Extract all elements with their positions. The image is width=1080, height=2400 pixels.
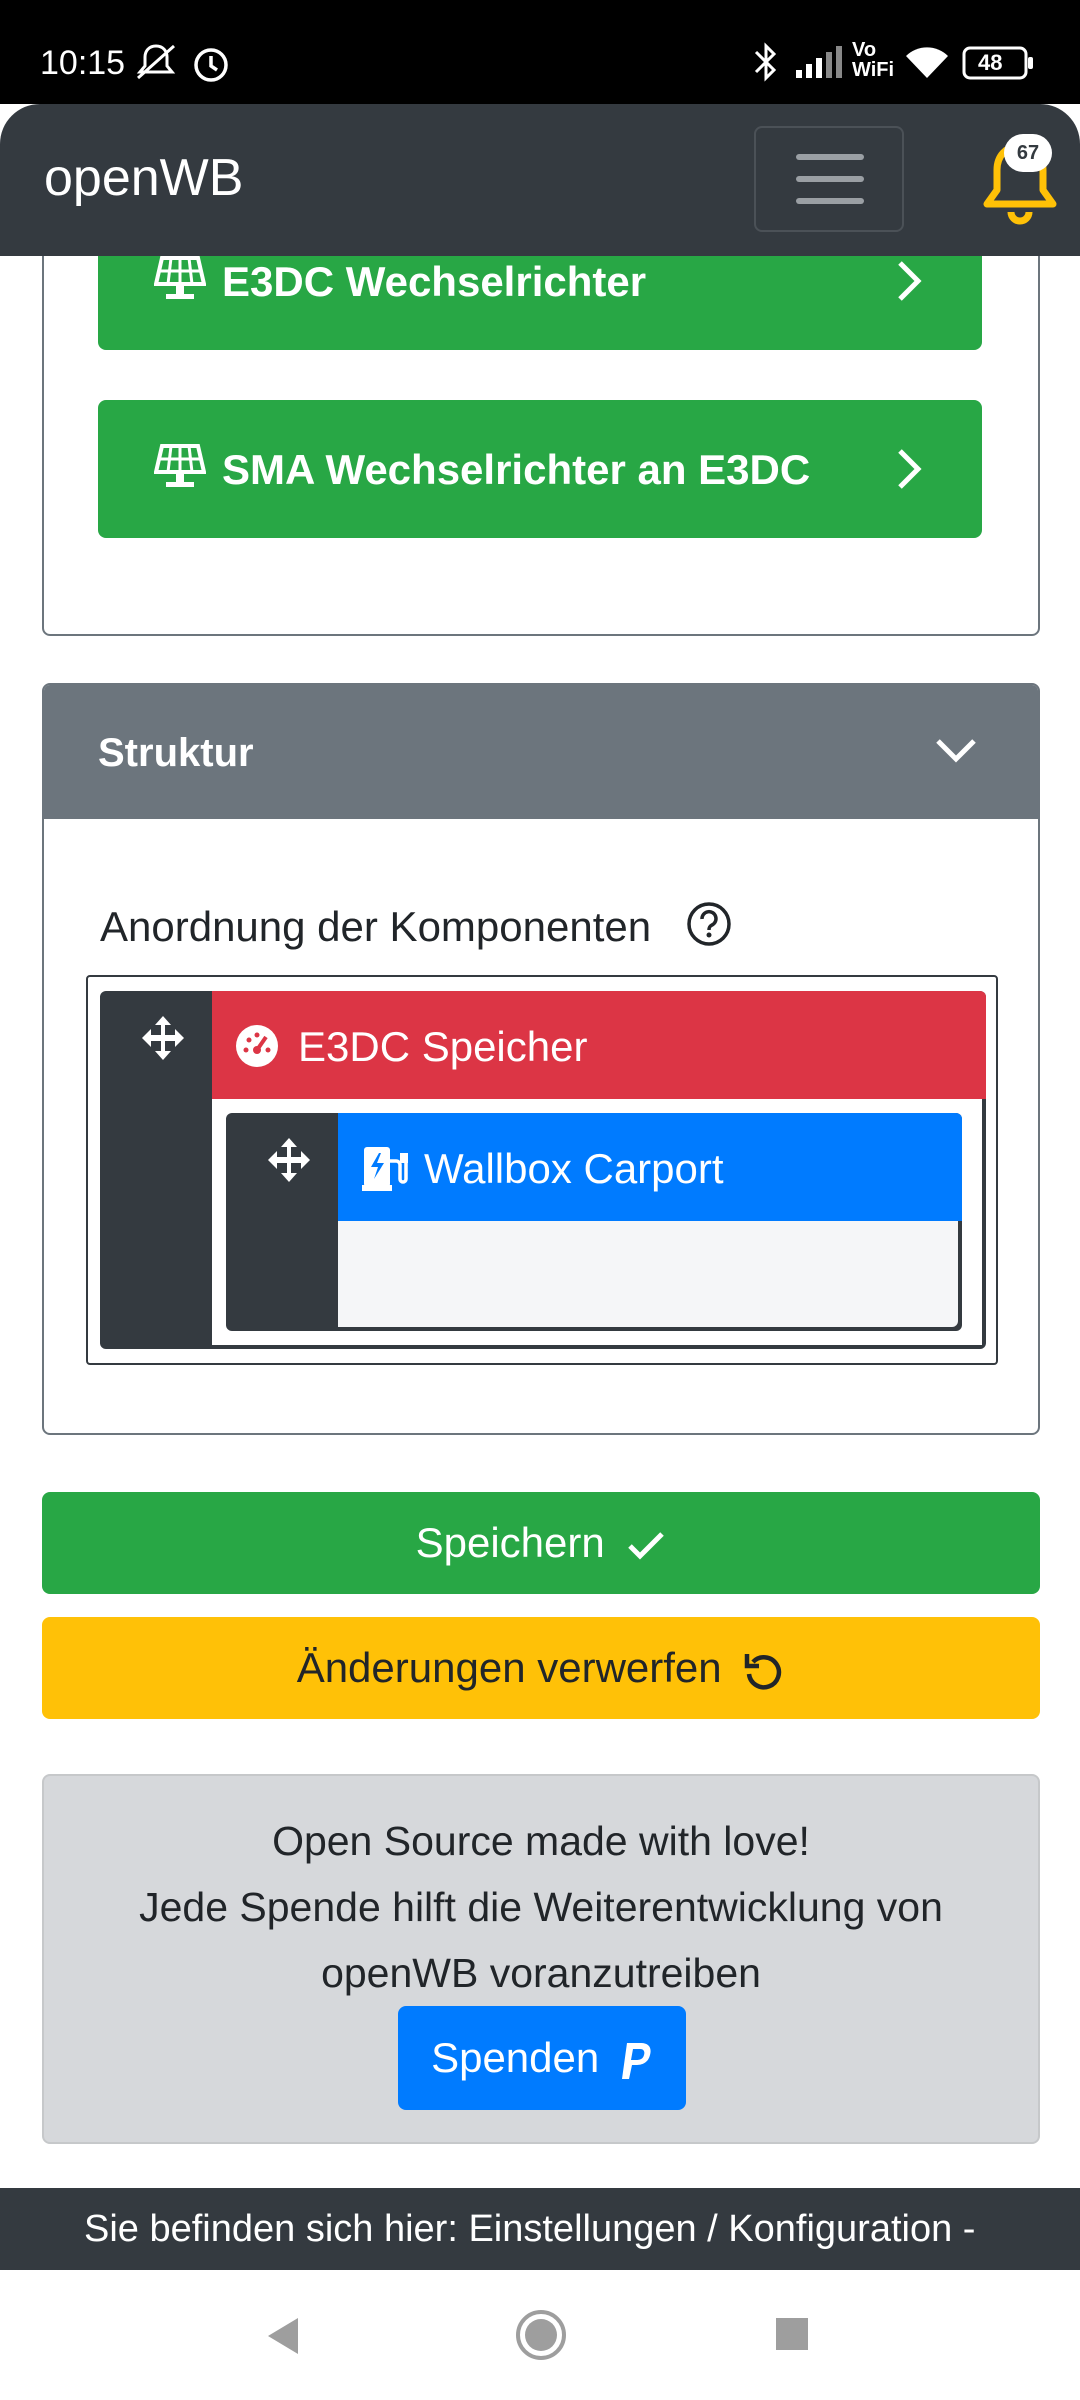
hamburger-line xyxy=(796,154,864,160)
brand-title[interactable]: openWB xyxy=(44,148,243,208)
donate-text-line3: openWB voranzutreiben xyxy=(321,1950,761,1996)
battery-level: 48 xyxy=(978,50,1003,75)
tree-node-root-label: E3DC Speicher xyxy=(298,1023,588,1070)
home-icon[interactable] xyxy=(514,2308,568,2362)
charging-station-icon xyxy=(362,1147,408,1191)
solar-panel-icon xyxy=(154,444,206,487)
battery-gauge-icon xyxy=(236,1025,278,1067)
arrangement-label: Anordnung der Komponenten xyxy=(100,903,652,950)
tree-node-child-label: Wallbox Carport xyxy=(424,1145,724,1192)
donate-button-label: Spenden xyxy=(431,2034,600,2081)
save-button-label: Speichern xyxy=(415,1519,605,1566)
drag-move-icon[interactable] xyxy=(264,1135,314,1185)
main-content: E3DC Wechselrichter SMA Wechselrichter a… xyxy=(0,256,1080,2188)
paypal-icon xyxy=(621,2042,651,2079)
undo-icon xyxy=(745,1653,782,1690)
vowifi-bottom: WiFi xyxy=(852,59,895,81)
chevron-right-icon xyxy=(898,449,922,489)
notification-count-badge: 67 xyxy=(1004,134,1052,172)
help-icon[interactable] xyxy=(686,901,732,947)
chevron-down-icon[interactable] xyxy=(934,735,978,765)
discard-changes-button[interactable]: Änderungen verwerfen xyxy=(42,1617,1040,1719)
structure-title: Struktur xyxy=(98,731,254,775)
alarm-icon xyxy=(194,48,228,82)
hamburger-line xyxy=(796,176,864,182)
component-label: E3DC Wechselrichter xyxy=(222,258,647,305)
discard-button-label: Änderungen verwerfen xyxy=(296,1644,722,1691)
back-icon[interactable] xyxy=(264,2314,304,2358)
status-bar: 10:15 Vo WiFi 48 xyxy=(0,0,1080,104)
system-navigation-bar xyxy=(0,2270,1080,2400)
mute-notification-icon xyxy=(136,44,176,80)
donate-text-line2: Jede Spende hilft die Weiterentwicklung … xyxy=(139,1884,943,1930)
donate-text-line1: Open Source made with love! xyxy=(272,1818,810,1864)
navbar: openWB 67 xyxy=(0,104,1080,256)
donate-box: Open Source made with love! Jede Spende … xyxy=(42,1774,1040,2144)
component-tree: E3DC Speicher Wallbox Carport xyxy=(86,975,998,1365)
chevron-right-icon xyxy=(898,261,922,301)
tree-node-child-dropzone[interactable] xyxy=(338,1221,958,1327)
component-button-e3dc-inverter[interactable]: E3DC Wechselrichter xyxy=(98,256,982,350)
wifi-icon xyxy=(906,47,948,78)
structure-card: Struktur Anordnung der Komponenten E3DC … xyxy=(42,683,1040,1435)
recent-apps-icon[interactable] xyxy=(774,2316,810,2352)
bluetooth-icon xyxy=(754,42,777,82)
breadcrumb: Sie befinden sich hier: Einstellungen / … xyxy=(0,2188,1080,2270)
status-time: 10:15 xyxy=(40,44,126,82)
component-label: SMA Wechselrichter an E3DC xyxy=(222,446,811,493)
hamburger-line xyxy=(796,198,864,204)
structure-card-header[interactable]: Struktur xyxy=(44,685,1038,819)
signal-icon xyxy=(796,46,842,78)
vowifi-indicator: Vo WiFi xyxy=(852,40,894,80)
tree-node-child: Wallbox Carport xyxy=(226,1113,962,1331)
check-icon xyxy=(628,1532,665,1560)
component-button-sma-inverter[interactable]: SMA Wechselrichter an E3DC xyxy=(98,400,982,538)
solar-panel-icon xyxy=(154,256,206,299)
drag-move-icon[interactable] xyxy=(138,1013,188,1063)
donate-button[interactable]: Spenden xyxy=(398,2006,686,2110)
tree-node-child-header[interactable]: Wallbox Carport xyxy=(338,1113,962,1221)
tree-node-root: E3DC Speicher Wallbox Carport xyxy=(100,991,986,1349)
save-button[interactable]: Speichern xyxy=(42,1492,1040,1594)
vowifi-top: Vo xyxy=(852,39,877,61)
menu-toggle-button[interactable] xyxy=(754,126,904,232)
tree-node-root-children: Wallbox Carport xyxy=(212,1099,982,1345)
tree-node-root-header[interactable]: E3DC Speicher xyxy=(212,991,986,1099)
